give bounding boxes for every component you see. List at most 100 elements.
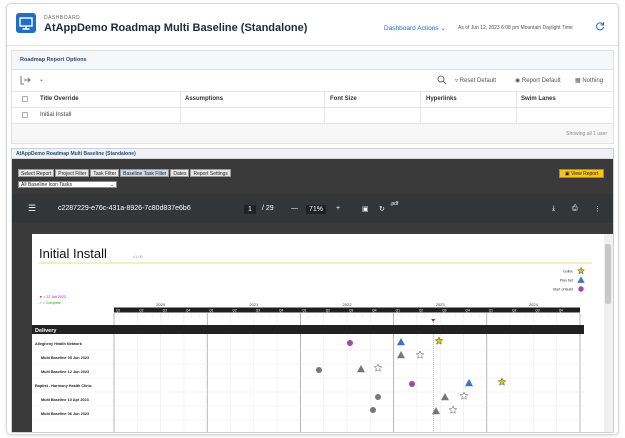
- tab-task-filter[interactable]: Task Filter: [90, 169, 120, 177]
- export-icon[interactable]: [20, 75, 32, 87]
- options-panel-header: Roadmap Report Options: [12, 51, 613, 70]
- options-table-footer: Showing all 1 user: [12, 124, 613, 143]
- page-number-input[interactable]: 1: [244, 205, 256, 214]
- print-icon[interactable]: ⎙: [572, 205, 578, 213]
- legend-circle-icon: [578, 286, 584, 292]
- milestone-star-icon: [497, 377, 507, 386]
- pdf-document-id: c2287229-e76c-431a-8926-7c80d837e6b6: [58, 205, 191, 212]
- legend-star-icon: [576, 266, 586, 275]
- filter-icon: ▿: [455, 78, 459, 84]
- quarter-label: Q1: [396, 309, 400, 313]
- report-default-button[interactable]: ◉ Report Default: [515, 77, 561, 84]
- report-default-label: Report Default: [521, 78, 561, 84]
- milestone-circle-icon: [347, 340, 353, 346]
- row-label: Multi Baseline 06 Jun 2023: [41, 412, 89, 416]
- column-header-assumptions[interactable]: Assumptions: [185, 96, 223, 102]
- pdf-extension-label: .pdf: [390, 201, 399, 207]
- quarter-label: Q2: [419, 309, 423, 313]
- milestone-star-icon: [434, 336, 444, 345]
- roadmap-markers: [316, 336, 507, 415]
- scrollbar-thumb[interactable]: [605, 244, 611, 304]
- quarter-label: Q4: [372, 309, 376, 313]
- quarter-label: Q3: [535, 309, 539, 313]
- pdf-toolbar: ☰ c2287229-e76c-431a-8926-7c80d837e6b6 1…: [12, 194, 613, 223]
- dashboard-actions-button[interactable]: Dashboard Actions ⌄: [384, 24, 446, 32]
- column-header-font-size[interactable]: Font Size: [330, 96, 357, 102]
- rotate-icon[interactable]: ↻: [379, 205, 385, 213]
- milestone-triangle-icon: [465, 379, 473, 387]
- quarter-label: Q3: [256, 309, 260, 313]
- zoom-level-input[interactable]: 71%: [306, 205, 327, 214]
- select-all-checkbox[interactable]: [22, 96, 28, 102]
- dashboard-logo-icon: [16, 13, 36, 33]
- table-row[interactable]: Initial Install: [12, 108, 613, 124]
- report-viewer: Select Report Project Filter Task Filter…: [12, 159, 613, 432]
- row-count-text: Showing all 1 user: [566, 131, 607, 137]
- column-header-title-override[interactable]: Title Override: [40, 96, 79, 102]
- reset-default-button[interactable]: ▿ Reset Default: [455, 77, 496, 84]
- download-icon[interactable]: ⤓: [552, 205, 555, 213]
- nothing-label: Nothing: [582, 78, 604, 84]
- tab-select-report[interactable]: Select Report: [18, 169, 55, 177]
- year-label: 2023: [436, 302, 446, 307]
- report-panel-header: AtAppDemo Roadmap Multi Baseline (Standa…: [12, 149, 613, 159]
- milestone-star-icon: [459, 391, 469, 400]
- pdf-scrollbar[interactable]: [604, 234, 613, 432]
- roadmap-report-options-panel: Roadmap Report Options ⌄ ▿ Reset Default…: [11, 50, 614, 144]
- quarter-label: Q2: [512, 309, 516, 313]
- milestone-circle-icon: [316, 367, 322, 373]
- zoom-in-button[interactable]: +: [336, 205, 340, 212]
- chevron-down-icon[interactable]: ⌄: [39, 76, 44, 83]
- legend-triangle-icon: [577, 276, 585, 283]
- nothing-button[interactable]: ▦ Nothing: [575, 77, 603, 84]
- legend: Golive Plan Set Start of Build: [553, 266, 586, 292]
- search-icon[interactable]: [437, 75, 447, 87]
- options-panel-title: Roadmap Report Options: [20, 57, 87, 63]
- menu-icon[interactable]: ☰: [28, 203, 36, 214]
- quarter-label: Q1: [302, 309, 306, 313]
- year-label: 2024: [529, 302, 539, 307]
- view-report-button[interactable]: ▣ View Report: [559, 169, 604, 178]
- milestone-triangle-icon: [357, 365, 365, 373]
- tab-baseline-task-filter[interactable]: Baseline Task Filter: [120, 169, 170, 177]
- today-marker-label: = 12 Jun 2023: [43, 295, 65, 299]
- report-panel: AtAppDemo Roadmap Multi Baseline (Standa…: [11, 148, 614, 433]
- quarter-label: Q1: [116, 309, 120, 313]
- quarter-label: Q1: [209, 309, 213, 313]
- refresh-icon[interactable]: [595, 21, 605, 33]
- roadmap-version: v1.00: [133, 254, 144, 259]
- quarter-label: Q3: [442, 309, 446, 313]
- milestone-circle-icon: [370, 407, 376, 413]
- page-title: AtAppDemo Roadmap Multi Baseline (Standa…: [44, 22, 308, 34]
- year-label: 2020: [156, 302, 166, 307]
- quarter-label: Q2: [233, 309, 237, 313]
- section-header-bar: [32, 325, 584, 334]
- chevron-down-icon: ⌄: [109, 182, 114, 188]
- options-table-header: Title Override Assumptions Font Size Hyp…: [12, 92, 613, 124]
- reset-default-label: Reset Default: [459, 78, 497, 84]
- more-options-icon[interactable]: ⋮: [594, 205, 601, 213]
- section-header-label: Delivery: [35, 328, 57, 334]
- zoom-out-button[interactable]: —: [291, 205, 298, 212]
- row-checkbox[interactable]: [22, 112, 28, 118]
- quarter-label: Q2: [139, 309, 143, 313]
- options-toolbar: ⌄ ▿ Reset Default ◉ Report Default ▦ Not…: [12, 70, 613, 92]
- row-label: Allegheny Health Network: [35, 342, 83, 346]
- milestone-star-icon: [448, 405, 458, 414]
- baseline-filter-select[interactable]: All Baseline Icon Tasks ⌄: [18, 181, 117, 188]
- quarter-label: Q4: [186, 309, 190, 313]
- report-icon: ▣: [564, 171, 570, 177]
- column-header-hyperlinks[interactable]: Hyperlinks: [426, 96, 457, 102]
- tab-project-filter[interactable]: Project Filter: [55, 169, 90, 177]
- milestone-triangle-icon: [441, 393, 449, 401]
- tab-report-settings[interactable]: Report Settings: [190, 169, 231, 177]
- title-override-cell[interactable]: Initial Install: [40, 112, 71, 118]
- fit-page-icon[interactable]: ▣: [362, 205, 369, 213]
- chevron-down-icon: ⌄: [440, 25, 446, 32]
- breadcrumb: DASHBOARD: [44, 15, 81, 21]
- column-header-swim-lanes[interactable]: Swim Lanes: [521, 96, 556, 102]
- roadmap-chart: Initial Install v1.00 Golive Plan Set Star…: [32, 246, 592, 432]
- report-panel-title: AtAppDemo Roadmap Multi Baseline (Standa…: [16, 151, 136, 157]
- tab-dates[interactable]: Dates: [170, 169, 190, 177]
- row-label: Multi Baseline 12 Jun 2023: [41, 370, 89, 374]
